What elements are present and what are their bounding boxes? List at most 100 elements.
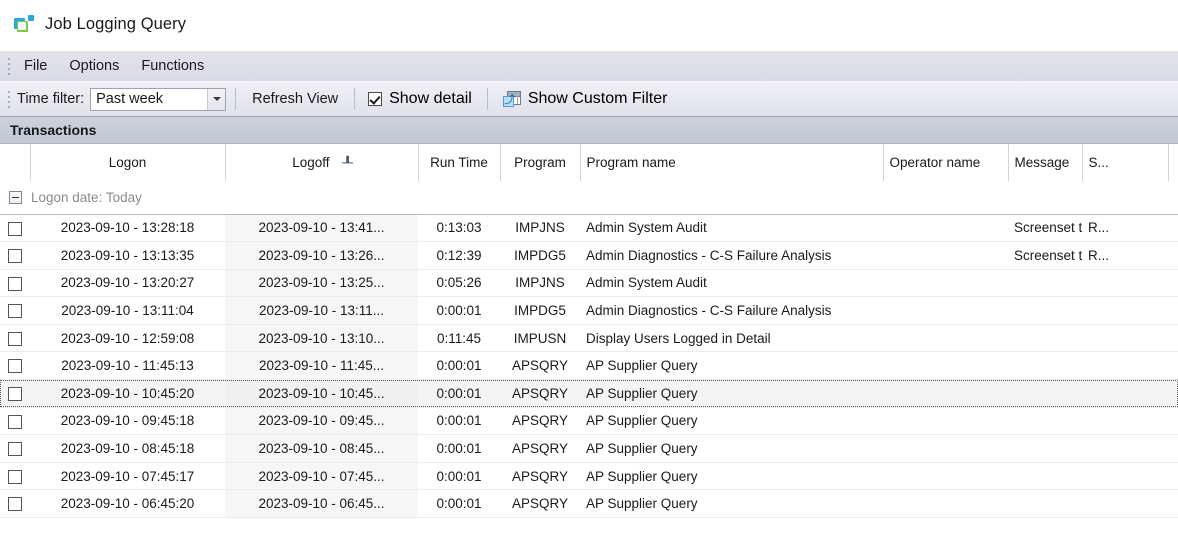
row-checkbox-cell[interactable] bbox=[0, 241, 30, 270]
table-row[interactable]: 2023-09-10 - 13:13:35 2023-09-10 - 13:26.… bbox=[0, 241, 1178, 270]
cell-message bbox=[1008, 379, 1082, 408]
column-header-program-name-label: Program name bbox=[586, 154, 676, 170]
row-checkbox-cell[interactable] bbox=[0, 214, 30, 243]
checkmark-icon bbox=[368, 92, 383, 106]
time-filter-select[interactable]: Past week bbox=[90, 87, 227, 111]
table-row[interactable]: 2023-09-10 - 10:45:20 2023-09-10 - 10:45.… bbox=[0, 379, 1178, 408]
menu-bar: File Options Functions bbox=[0, 50, 1178, 81]
transactions-grid[interactable]: Logon Logoff ┸ Run Time Program Program n… bbox=[0, 144, 1178, 554]
column-header-program[interactable]: Program bbox=[500, 144, 581, 182]
table-row[interactable]: 2023-09-10 - 09:45:18 2023-09-10 - 09:45.… bbox=[0, 407, 1178, 436]
table-row[interactable]: 2023-09-10 - 13:28:18 2023-09-10 - 13:41.… bbox=[0, 214, 1178, 243]
row-checkbox[interactable] bbox=[8, 387, 22, 402]
row-checkbox-cell[interactable] bbox=[0, 324, 30, 353]
table-row[interactable]: 2023-09-10 - 13:11:04 2023-09-10 - 13:11.… bbox=[0, 296, 1178, 325]
cell-program: APSQRY bbox=[500, 489, 580, 519]
column-header-status-label: S... bbox=[1088, 154, 1109, 170]
column-header-operator-name[interactable]: Operator name bbox=[883, 144, 1009, 182]
cell-run-time: 0:05:26 bbox=[418, 269, 500, 298]
table-row[interactable]: 2023-09-10 - 13:20:27 2023-09-10 - 13:25.… bbox=[0, 269, 1178, 298]
column-header-program-name[interactable]: Program name bbox=[580, 144, 884, 182]
cell-run-time: 0:00:01 bbox=[418, 462, 500, 491]
cell-status bbox=[1082, 407, 1168, 436]
menu-item-file[interactable]: File bbox=[13, 55, 58, 77]
column-header-select-all[interactable] bbox=[0, 144, 31, 182]
cell-status bbox=[1082, 324, 1168, 353]
chevron-down-icon[interactable] bbox=[207, 88, 226, 110]
cell-program: APSQRY bbox=[500, 379, 580, 408]
row-checkbox-cell[interactable] bbox=[0, 269, 30, 298]
column-header-status[interactable]: S... bbox=[1082, 144, 1169, 182]
row-checkbox[interactable] bbox=[8, 276, 22, 291]
column-header-program-label: Program bbox=[514, 154, 566, 170]
time-filter-label: Time filter: bbox=[17, 91, 85, 107]
group-row[interactable]: Logon date: Today bbox=[0, 181, 1178, 215]
cell-logoff: 2023-09-10 - 13:11... bbox=[225, 296, 418, 325]
table-row[interactable]: 2023-09-10 - 07:45:17 2023-09-10 - 07:45.… bbox=[0, 462, 1178, 491]
row-checkbox[interactable] bbox=[8, 442, 22, 457]
column-header-message[interactable]: Message bbox=[1008, 144, 1083, 182]
cell-run-time: 0:11:45 bbox=[418, 324, 500, 353]
menu-item-options[interactable]: Options bbox=[58, 55, 130, 77]
cell-logoff: 2023-09-10 - 13:25... bbox=[225, 269, 418, 298]
cell-logoff: 2023-09-10 - 09:45... bbox=[225, 407, 418, 436]
cell-operator-name bbox=[883, 296, 1008, 325]
row-checkbox-cell[interactable] bbox=[0, 407, 30, 436]
cell-program-name: Admin Diagnostics - C-S Failure Analysis bbox=[580, 241, 883, 270]
cell-status bbox=[1082, 379, 1168, 408]
cell-extra bbox=[1168, 489, 1178, 519]
refresh-view-button[interactable]: Refresh View bbox=[245, 88, 345, 110]
cell-program: IMPJNS bbox=[500, 269, 580, 298]
cell-status bbox=[1082, 434, 1168, 463]
cell-extra bbox=[1168, 462, 1178, 491]
collapse-minus-icon[interactable] bbox=[9, 191, 22, 204]
menu-item-functions[interactable]: Functions bbox=[130, 55, 215, 77]
cell-logoff: 2023-09-10 - 11:45... bbox=[225, 351, 418, 381]
table-row[interactable]: 2023-09-10 - 06:45:20 2023-09-10 - 06:45.… bbox=[0, 489, 1178, 519]
table-row[interactable]: 2023-09-10 - 08:45:18 2023-09-10 - 08:45.… bbox=[0, 434, 1178, 463]
row-checkbox[interactable] bbox=[8, 249, 22, 264]
row-checkbox[interactable] bbox=[8, 304, 22, 319]
group-label: Logon date: Today bbox=[31, 190, 142, 205]
row-checkbox-cell[interactable] bbox=[0, 296, 30, 325]
row-checkbox-cell[interactable] bbox=[0, 434, 30, 463]
row-checkbox-cell[interactable] bbox=[0, 462, 30, 491]
row-checkbox-cell[interactable] bbox=[0, 379, 30, 408]
transactions-section-header: Transactions bbox=[0, 117, 1178, 144]
column-header-extra[interactable] bbox=[1168, 144, 1178, 182]
show-custom-filter-label: Show Custom Filter bbox=[527, 90, 668, 107]
table-row[interactable]: 2023-09-10 - 12:59:08 2023-09-10 - 13:10.… bbox=[0, 324, 1178, 353]
column-header-logon[interactable]: Logon bbox=[30, 144, 226, 182]
cell-message: Screenset tra... bbox=[1008, 241, 1082, 270]
row-checkbox[interactable] bbox=[8, 469, 22, 484]
show-detail-checkbox[interactable]: Show detail bbox=[364, 88, 478, 110]
table-header: Logon Logoff ┸ Run Time Program Program n… bbox=[0, 144, 1178, 182]
row-checkbox-cell[interactable] bbox=[0, 351, 30, 381]
cell-program-name: AP Supplier Query bbox=[580, 462, 883, 491]
row-checkbox[interactable] bbox=[8, 414, 22, 429]
cell-program-name: AP Supplier Query bbox=[580, 351, 883, 381]
tool-bar-grip[interactable] bbox=[4, 82, 13, 116]
show-custom-filter-button[interactable]: Show Custom Filter bbox=[497, 88, 674, 110]
row-checkbox-cell[interactable] bbox=[0, 489, 30, 519]
section-title: Transactions bbox=[10, 122, 97, 138]
header-row: Logon Logoff ┸ Run Time Program Program n… bbox=[0, 144, 1178, 182]
column-header-logoff[interactable]: Logoff ┸ bbox=[225, 144, 419, 182]
row-checkbox[interactable] bbox=[8, 221, 22, 236]
cell-run-time: 0:13:03 bbox=[418, 214, 500, 243]
row-checkbox[interactable] bbox=[8, 331, 22, 346]
menu-bar-grip[interactable] bbox=[4, 51, 13, 81]
cell-status bbox=[1082, 351, 1168, 381]
cell-extra bbox=[1168, 214, 1178, 243]
cell-program: APSQRY bbox=[500, 351, 580, 381]
table-row[interactable]: 2023-09-10 - 11:45:13 2023-09-10 - 11:45.… bbox=[0, 351, 1178, 381]
cell-message bbox=[1008, 296, 1082, 325]
column-header-run-time[interactable]: Run Time bbox=[418, 144, 501, 182]
cell-program: IMPJNS bbox=[500, 214, 580, 243]
row-checkbox[interactable] bbox=[8, 497, 22, 512]
transactions-table: Logon Logoff ┸ Run Time Program Program n… bbox=[0, 144, 1178, 519]
cell-extra bbox=[1168, 324, 1178, 353]
cell-status bbox=[1082, 462, 1168, 491]
row-checkbox[interactable] bbox=[8, 359, 22, 374]
cell-run-time: 0:00:01 bbox=[418, 407, 500, 436]
